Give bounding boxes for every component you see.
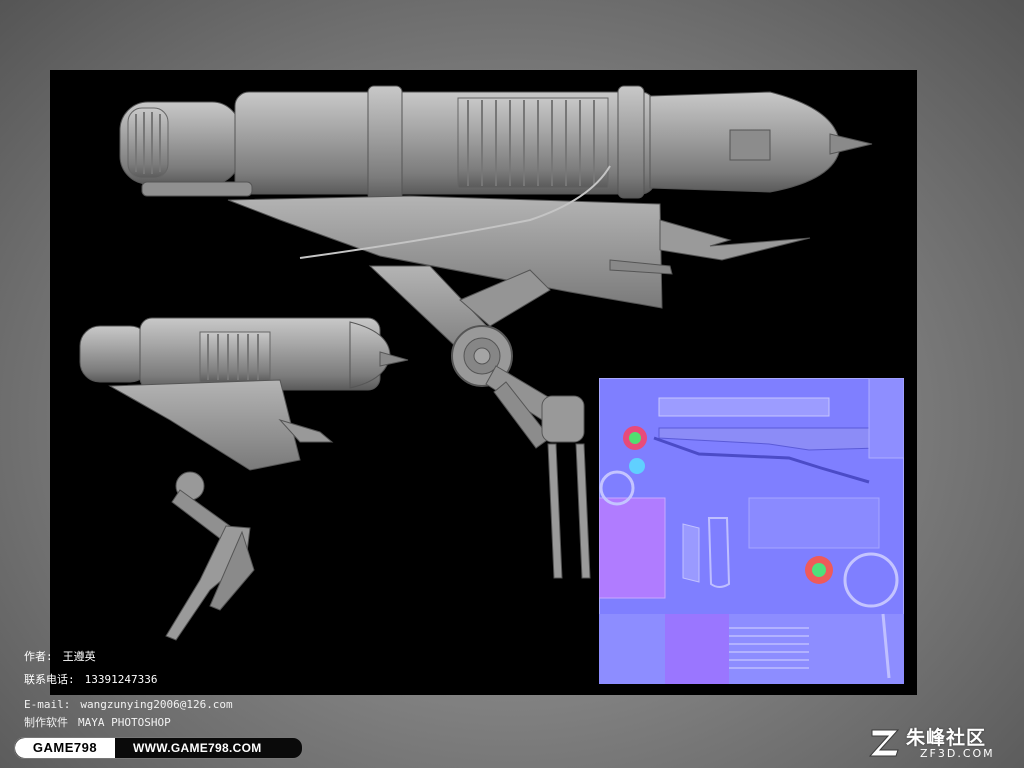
brand-name: GAME798 bbox=[15, 738, 115, 758]
normal-map-image bbox=[599, 378, 904, 684]
email-value: wangzunying2006@126.com bbox=[80, 698, 233, 711]
credit-phone: 联系电话: 13391247336 bbox=[24, 673, 157, 687]
author-label: 作者: bbox=[24, 650, 53, 663]
phone-label: 联系电话: bbox=[24, 673, 75, 686]
software-value: MAYA PHOTOSHOP bbox=[78, 716, 171, 729]
small-weapon bbox=[79, 317, 409, 641]
render-viewport bbox=[50, 70, 917, 695]
credit-email: E-mail: wangzunying2006@126.com bbox=[24, 698, 233, 712]
z-logo-icon bbox=[868, 729, 900, 757]
credit-software: 制作软件 MAYA PHOTOSHOP bbox=[24, 716, 171, 730]
brand-url[interactable]: WWW.GAME798.COM bbox=[133, 738, 262, 758]
email-label: E-mail: bbox=[24, 698, 71, 711]
software-label: 制作软件 bbox=[24, 716, 68, 729]
normal-map-texture bbox=[599, 378, 904, 684]
author-value: 王遵英 bbox=[62, 650, 96, 663]
watermark-name: 朱峰社区 bbox=[906, 727, 987, 749]
credit-author: 作者: 王遵英 bbox=[24, 650, 96, 664]
watermark-domain: ZF3D.COM bbox=[920, 747, 995, 760]
watermark-logo: 朱峰社区 ZF3D.COM bbox=[868, 722, 1018, 762]
brand-bar: GAME798 WWW.GAME798.COM bbox=[14, 737, 303, 759]
phone-value: 13391247336 bbox=[84, 673, 158, 686]
